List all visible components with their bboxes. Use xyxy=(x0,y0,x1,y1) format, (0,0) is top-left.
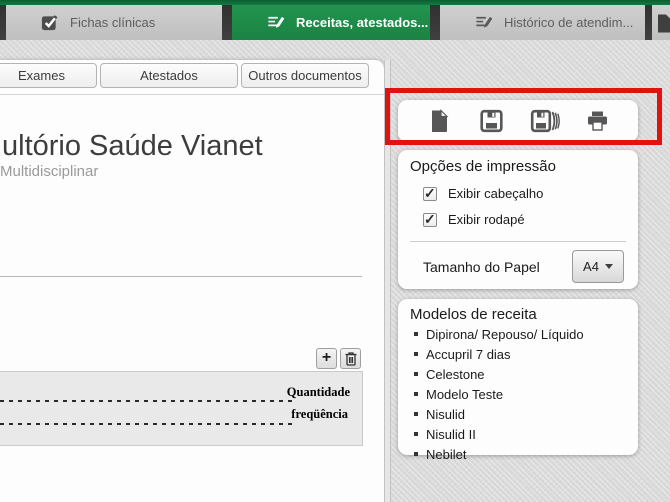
tab-receitas-atestados[interactable]: Receitas, atestados... xyxy=(232,5,430,40)
subtab-atestados[interactable]: Atestados xyxy=(100,63,238,88)
chevron-down-icon xyxy=(604,264,613,269)
tab-label: Histórico de atendim... xyxy=(504,15,634,30)
document-divider xyxy=(0,276,362,277)
tab-label: Fichas clínicas xyxy=(70,15,156,30)
main-tab-bar: Fichas clínicas Receitas, atestados... H… xyxy=(0,0,670,40)
tab-label: Receitas, atestados... xyxy=(296,15,429,30)
new-document-button[interactable] xyxy=(424,106,454,136)
subtab-label: Atestados xyxy=(140,68,198,83)
subtab-label: Outros documentos xyxy=(248,68,362,83)
tab-historico-atendimento[interactable]: Histórico de atendim... xyxy=(440,5,645,40)
template-item[interactable]: Modelo Teste xyxy=(410,387,626,407)
prescription-icon xyxy=(474,13,493,32)
checkbox-checked-icon[interactable] xyxy=(423,185,437,202)
options-divider xyxy=(410,241,626,242)
print-toolbar xyxy=(398,100,638,142)
quantity-label: Quantidade xyxy=(286,385,350,399)
save-button[interactable] xyxy=(477,106,507,136)
save-all-button[interactable] xyxy=(530,106,560,136)
paper-size-value: A4 xyxy=(583,259,599,274)
prescription-actions: + xyxy=(316,348,361,369)
add-item-button[interactable]: + xyxy=(316,348,337,369)
template-item[interactable]: Accupril 7 dias xyxy=(410,347,626,367)
app-window: Fichas clínicas Receitas, atestados... H… xyxy=(0,0,670,502)
vertical-scrollbar[interactable] xyxy=(384,60,391,502)
print-options-panel: Opções de impressão Exibir cabeçalho Exi… xyxy=(398,150,638,289)
paper-size-dropdown[interactable]: A4 xyxy=(572,250,624,283)
clinic-subtitle: Multidisciplinar xyxy=(0,163,99,180)
frequency-label: freqüência xyxy=(291,407,348,421)
checkbox-checked-icon xyxy=(40,13,59,32)
template-item[interactable]: Nisulid II xyxy=(410,427,626,447)
show-footer-checkbox-row[interactable]: Exibir rodapé xyxy=(423,211,626,228)
clinic-title: ultório Saúde Vianet xyxy=(2,130,263,162)
templates-list: Dipirona/ Repouso/ Líquido Accupril 7 di… xyxy=(410,327,626,467)
prescription-icon xyxy=(266,13,285,32)
subtab-exames[interactable]: Exames xyxy=(0,63,97,88)
plus-icon: + xyxy=(321,349,332,366)
trash-icon xyxy=(344,351,358,366)
delete-item-button[interactable] xyxy=(340,348,361,369)
document-panel: Exames Atestados Outros documentos ultór… xyxy=(0,60,384,502)
template-item[interactable]: Dipirona/ Repouso/ Líquido xyxy=(410,327,626,347)
paper-size-row: Tamanho do Papel A4 xyxy=(423,250,624,283)
tab-fichas-clinicas[interactable]: Fichas clínicas xyxy=(6,5,222,40)
subtab-label: Exames xyxy=(18,68,65,83)
paper-size-label: Tamanho do Papel xyxy=(423,258,540,275)
template-item[interactable]: Nebilet xyxy=(410,447,626,467)
tab-partial-next[interactable] xyxy=(652,5,670,40)
prescription-templates-panel: Modelos de receita Dipirona/ Repouso/ Lí… xyxy=(398,299,638,462)
checkbox-checked-icon[interactable] xyxy=(423,211,437,228)
checkbox-label: Exibir cabeçalho xyxy=(448,186,544,201)
dashed-fill-line xyxy=(0,423,296,425)
document-subtab-row: Exames Atestados Outros documentos xyxy=(0,60,384,95)
templates-title: Modelos de receita xyxy=(410,306,537,323)
document-icon xyxy=(656,13,670,33)
top-accent-strip xyxy=(0,0,670,5)
template-item[interactable]: Nisulid xyxy=(410,407,626,427)
show-header-checkbox-row[interactable]: Exibir cabeçalho xyxy=(423,185,626,202)
dashed-fill-line xyxy=(0,400,296,402)
subtab-outros-documentos[interactable]: Outros documentos xyxy=(241,63,369,88)
print-options-title: Opções de impressão xyxy=(410,158,556,175)
prescription-item-box[interactable]: Quantidade freqüência xyxy=(0,371,363,446)
print-button[interactable] xyxy=(583,106,613,136)
checkbox-label: Exibir rodapé xyxy=(448,212,525,227)
template-item[interactable]: Celestone xyxy=(410,367,626,387)
